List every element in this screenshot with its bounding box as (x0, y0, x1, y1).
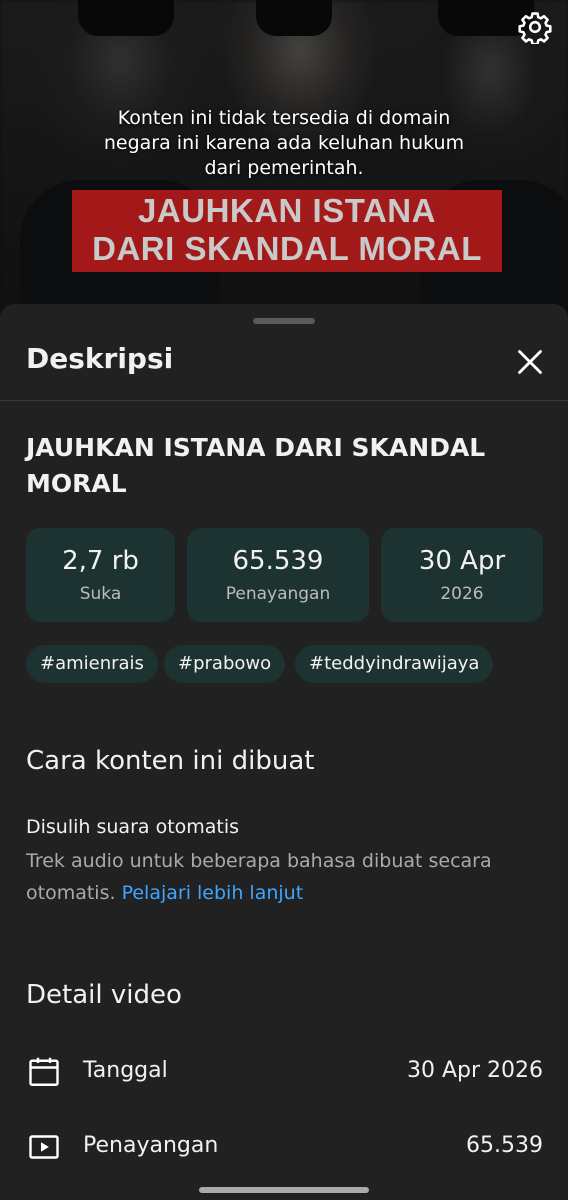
unavailable-notice: Konten ini tidak tersedia di domain nega… (0, 106, 568, 181)
detail-date-label: Tanggal (83, 1058, 168, 1083)
gear-icon[interactable] (518, 10, 552, 44)
stat-views-value: 65.539 (232, 546, 324, 576)
detail-views-label: Penayangan (83, 1133, 219, 1158)
learn-more-link[interactable]: Pelajari lebih lanjut (122, 882, 304, 904)
video-title: JAUHKAN ISTANA DARI SKANDAL MORAL (26, 433, 486, 498)
details-heading: Detail video (26, 980, 182, 1010)
calendar-icon (29, 1057, 59, 1086)
notice-line-1: Konten ini tidak tersedia di domain (117, 107, 451, 129)
auto-dub-title: Disulih suara otomatis (26, 816, 240, 838)
hashtag-chip[interactable]: #teddyindrawijaya (295, 645, 494, 683)
detail-views-value: 65.539 (466, 1133, 543, 1158)
stat-views-label: Penayangan (225, 584, 331, 604)
stats-row: 2,7 rb Suka 65.539 Penayangan 30 Apr 202… (26, 528, 543, 622)
stat-date-value: 30 Apr (418, 546, 506, 576)
detail-row-views: Penayangan 65.539 (26, 1127, 543, 1167)
drag-handle[interactable] (253, 318, 315, 324)
stat-likes: 2,7 rb Suka (26, 528, 175, 622)
notice-line-2: negara ini karena ada keluhan hukum (103, 132, 465, 154)
video-player[interactable]: JAUHKAN ISTANA DARI SKANDAL MORAL Konten… (0, 0, 568, 320)
content-made-heading: Cara konten ini dibuat (26, 746, 315, 776)
thumbnail-banner: JAUHKAN ISTANA DARI SKANDAL MORAL (72, 190, 502, 272)
auto-dub-description: Trek audio untuk beberapa bahasa dibuat … (26, 845, 546, 909)
notice-line-3: dari pemerintah. (204, 157, 364, 179)
hashtag-chip[interactable]: #amienrais (26, 645, 158, 683)
detail-date-value: 30 Apr 2026 (406, 1058, 543, 1083)
stat-likes-label: Suka (79, 584, 122, 604)
header-divider (0, 400, 568, 401)
stat-likes-value: 2,7 rb (62, 546, 139, 576)
stat-date-year: 2026 (440, 584, 484, 604)
home-indicator[interactable] (199, 1187, 369, 1193)
play-icon (29, 1135, 59, 1159)
close-icon[interactable] (516, 348, 544, 376)
stat-date: 30 Apr 2026 (381, 528, 543, 622)
description-sheet: Deskripsi JAUHKAN ISTANA DARI SKANDAL MO… (0, 304, 568, 1200)
sheet-title: Deskripsi (26, 342, 174, 375)
hashtag-chip[interactable]: #prabowo (164, 645, 286, 683)
thumbnail-banner-line-2: DARI SKANDAL MORAL (92, 230, 482, 267)
detail-row-date: Tanggal 30 Apr 2026 (26, 1052, 543, 1092)
thumbnail-banner-line-1: JAUHKAN ISTANA (138, 192, 436, 229)
stat-views: 65.539 Penayangan (187, 528, 369, 622)
